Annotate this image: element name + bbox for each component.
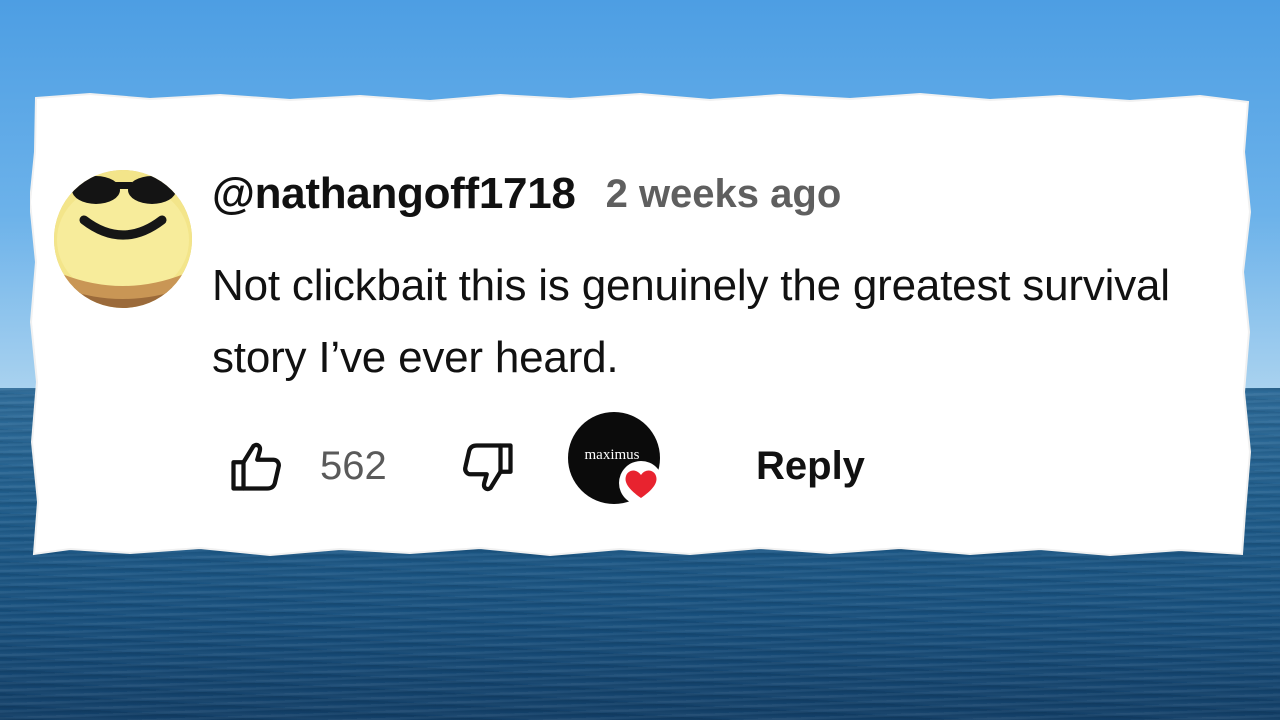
reply-button[interactable]: Reply	[756, 436, 865, 496]
thumbs-up-icon	[231, 442, 281, 491]
comment-actions: 562 maximus Reply	[226, 408, 926, 508]
user-avatar[interactable]	[54, 170, 192, 308]
like-button[interactable]	[226, 436, 286, 496]
creator-heart-badge[interactable]: maximus	[568, 412, 668, 512]
thumbs-down-icon	[463, 443, 513, 492]
comment-header: @nathangoff1718 2 weeks ago	[212, 166, 841, 222]
username-link[interactable]: @nathangoff1718	[212, 169, 576, 219]
comment-timestamp[interactable]: 2 weeks ago	[606, 172, 842, 217]
sunglasses-smiley-icon	[54, 170, 192, 308]
comment-card: @nathangoff1718 2 weeks ago Not clickbai…	[30, 92, 1252, 558]
like-count: 562	[320, 444, 387, 488]
heart-icon	[619, 461, 663, 505]
comment-body: Not clickbait this is genuinely the grea…	[212, 261, 1170, 382]
dislike-button[interactable]	[458, 438, 518, 498]
